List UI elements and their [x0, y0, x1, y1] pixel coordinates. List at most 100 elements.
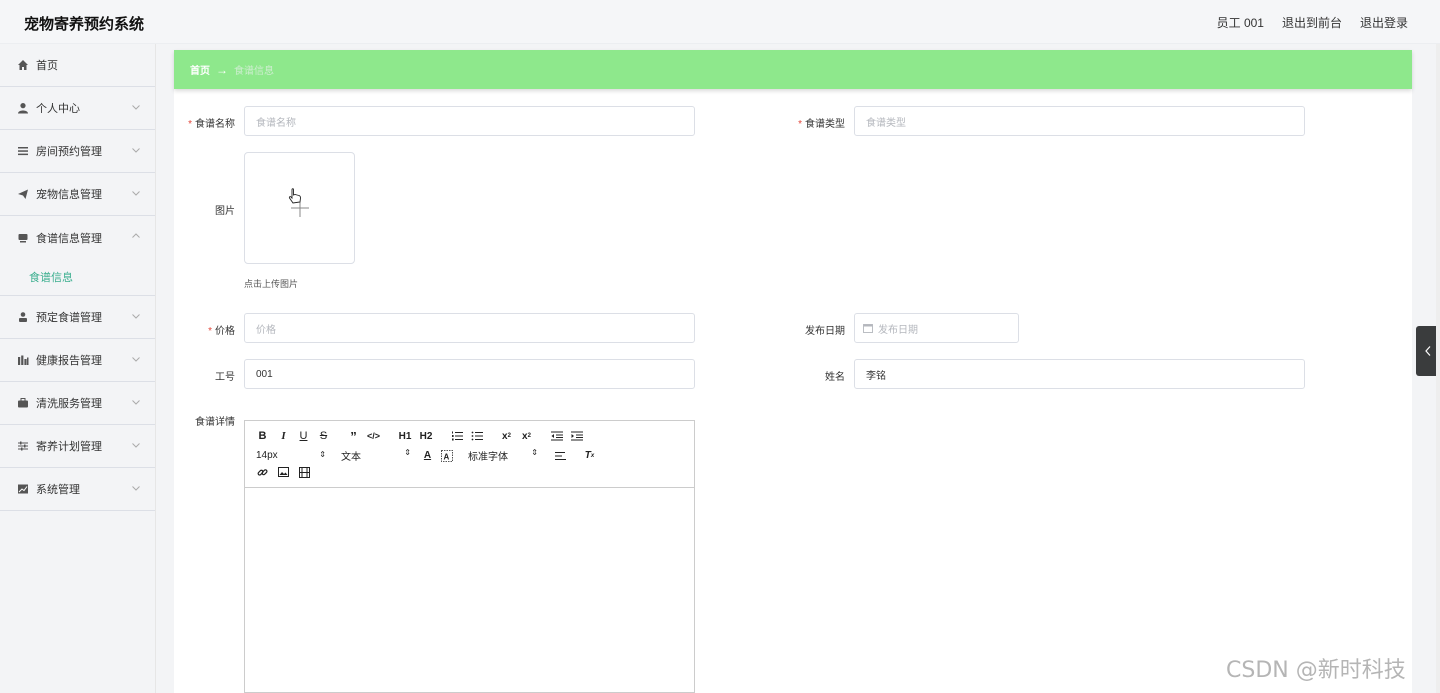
required-mark: * — [208, 326, 212, 337]
logout-link[interactable]: 退出登录 — [1360, 14, 1408, 31]
toolbar-row-3 — [256, 466, 311, 478]
editor-body[interactable] — [245, 488, 694, 692]
sidebar-subitem-recipe-info[interactable]: 食谱信息 — [0, 259, 155, 296]
publish-date-picker[interactable]: 发布日期 — [854, 313, 1019, 343]
staff-name-input[interactable]: 李铭 — [854, 359, 1305, 389]
sidebar-item-pet-info[interactable]: 宠物信息管理 — [0, 173, 155, 216]
chevron-down-icon — [132, 486, 140, 491]
chevron-down-icon — [132, 148, 140, 153]
chevron-down-icon — [132, 443, 140, 448]
hand-cursor-icon — [288, 188, 301, 204]
recipe-name-input[interactable]: 食谱名称 — [244, 106, 695, 136]
top-header: 宠物寄养预约系统 员工 001 退出到前台 退出登录 — [0, 0, 1440, 44]
rich-text-editor: B I U S ” </> H1 H2 x2 x2 14px ⇕ 文本 ⇕ A A — [244, 420, 695, 693]
italic-button[interactable]: I — [277, 430, 290, 442]
watermark: CSDN @新时科技 — [1226, 658, 1406, 683]
sidebar-item-recipe-management[interactable]: 食谱信息管理 — [0, 216, 155, 259]
sliders-icon — [17, 440, 29, 452]
font-color-icon[interactable]: A — [421, 450, 434, 462]
sidebar-item-label: 房间预约管理 — [36, 146, 102, 158]
area-chart-icon — [17, 483, 29, 495]
bullet-list-icon[interactable] — [470, 430, 483, 442]
font-size-value: 14px — [256, 450, 278, 461]
background-color-icon[interactable]: A — [440, 449, 453, 462]
sidebar-item-room-booking[interactable]: 房间预约管理 — [0, 130, 155, 173]
sidebar-item-cleaning-service[interactable]: 清洗服务管理 — [0, 382, 155, 425]
sidebar-item-label: 宠物信息管理 — [36, 189, 102, 201]
breadcrumb-home[interactable]: 首页 — [190, 62, 210, 77]
bar-chart-icon — [17, 354, 29, 366]
sidebar: 首页 个人中心 房间预约管理 宠物信息管理 食谱信息管理 食谱信息 预定食谱管理… — [0, 44, 156, 693]
bold-button[interactable]: B — [256, 430, 269, 442]
strike-button[interactable]: S — [317, 430, 330, 442]
main-content: 首页 → 食谱信息 * 食谱名称 食谱名称 * 食谱类型 食谱类型 图片 点击上传图… — [174, 50, 1412, 693]
staff-no-input[interactable]: 001 — [244, 359, 695, 389]
sidebar-item-reserved-recipe[interactable]: 预定食谱管理 — [0, 296, 155, 339]
chevron-down-icon — [132, 191, 140, 196]
underline-button[interactable]: U — [297, 430, 310, 442]
breadcrumb: 首页 → 食谱信息 — [174, 50, 1412, 89]
required-mark: * — [798, 119, 802, 130]
image-upload[interactable] — [244, 152, 355, 264]
chevron-left-icon — [1425, 346, 1431, 356]
toolbar-row-1: B I U S ” </> H1 H2 x2 x2 — [256, 429, 583, 444]
sidebar-item-boarding-plan[interactable]: 寄养计划管理 — [0, 425, 155, 468]
sidebar-item-label: 个人中心 — [36, 103, 80, 115]
staff-name-label: 姓名 — [825, 372, 845, 383]
price-label-text: 价格 — [215, 326, 235, 337]
chevron-down-icon — [132, 400, 140, 405]
indent-icon[interactable] — [570, 430, 583, 442]
recipe-type-input[interactable]: 食谱类型 — [854, 106, 1305, 136]
exit-to-front-link[interactable]: 退出到前台 — [1282, 14, 1342, 31]
link-icon[interactable] — [256, 466, 269, 478]
clear-format-icon[interactable]: Tx — [583, 450, 596, 462]
sidebar-item-system[interactable]: 系统管理 — [0, 468, 155, 511]
upload-tip: 点击上传图片 — [244, 279, 299, 289]
sidebar-item-label: 清洗服务管理 — [36, 398, 102, 410]
code-icon[interactable]: </> — [367, 430, 380, 442]
h2-button[interactable]: H2 — [418, 430, 434, 442]
page-scrollbar[interactable] — [1436, 44, 1440, 693]
subscript-icon[interactable]: x2 — [500, 430, 513, 442]
font-size-select[interactable]: 14px ⇕ — [256, 450, 326, 461]
recipe-type-label-text: 食谱类型 — [805, 119, 845, 130]
home-icon — [17, 59, 29, 71]
chevron-down-icon — [132, 105, 140, 110]
price-input[interactable]: 价格 — [244, 313, 695, 343]
quote-icon[interactable]: ” — [347, 429, 360, 444]
price-label: * 价格 — [155, 322, 235, 337]
chevron-up-icon — [132, 233, 140, 238]
outdent-icon[interactable] — [550, 430, 563, 442]
text-type-select[interactable]: 文本 ⇕ — [341, 448, 411, 463]
recipe-detail-label: 食谱详情 — [195, 417, 235, 428]
required-mark: * — [188, 119, 192, 130]
text-type-value: 文本 — [341, 452, 361, 463]
svg-text:A: A — [443, 452, 449, 461]
align-icon[interactable] — [554, 450, 567, 462]
sidebar-item-label: 首页 — [36, 60, 58, 72]
breadcrumb-current: 食谱信息 — [234, 66, 274, 77]
sidebar-item-health-report[interactable]: 健康报告管理 — [0, 339, 155, 382]
arrow-right-icon: → — [216, 62, 228, 77]
video-icon[interactable] — [298, 466, 311, 478]
superscript-icon[interactable]: x2 — [520, 430, 533, 442]
sidebar-item-profile[interactable]: 个人中心 — [0, 87, 155, 130]
select-arrows-icon: ⇕ — [319, 450, 326, 459]
image-icon[interactable] — [277, 466, 290, 478]
staff-no-label: 工号 — [215, 372, 235, 383]
send-icon — [17, 188, 29, 200]
sidebar-item-home[interactable]: 首页 — [0, 44, 155, 87]
h1-button[interactable]: H1 — [397, 430, 413, 442]
chevron-down-icon — [132, 314, 140, 319]
ordered-list-icon[interactable] — [450, 430, 463, 442]
select-arrows-icon: ⇕ — [531, 448, 538, 457]
select-arrows-icon: ⇕ — [404, 448, 411, 457]
toolbar-row-2: 14px ⇕ 文本 ⇕ A A 标准字体 ⇕ Tx — [256, 448, 596, 463]
image-label: 图片 — [215, 206, 235, 217]
briefcase-icon — [17, 397, 29, 409]
header-links: 员工 001 退出到前台 退出登录 — [1217, 14, 1408, 31]
font-family-select[interactable]: 标准字体 ⇕ — [468, 448, 538, 463]
person-icon — [17, 311, 29, 323]
sidebar-item-label: 健康报告管理 — [36, 355, 102, 367]
editor-toolbar: B I U S ” </> H1 H2 x2 x2 14px ⇕ 文本 ⇕ A A — [245, 421, 694, 488]
